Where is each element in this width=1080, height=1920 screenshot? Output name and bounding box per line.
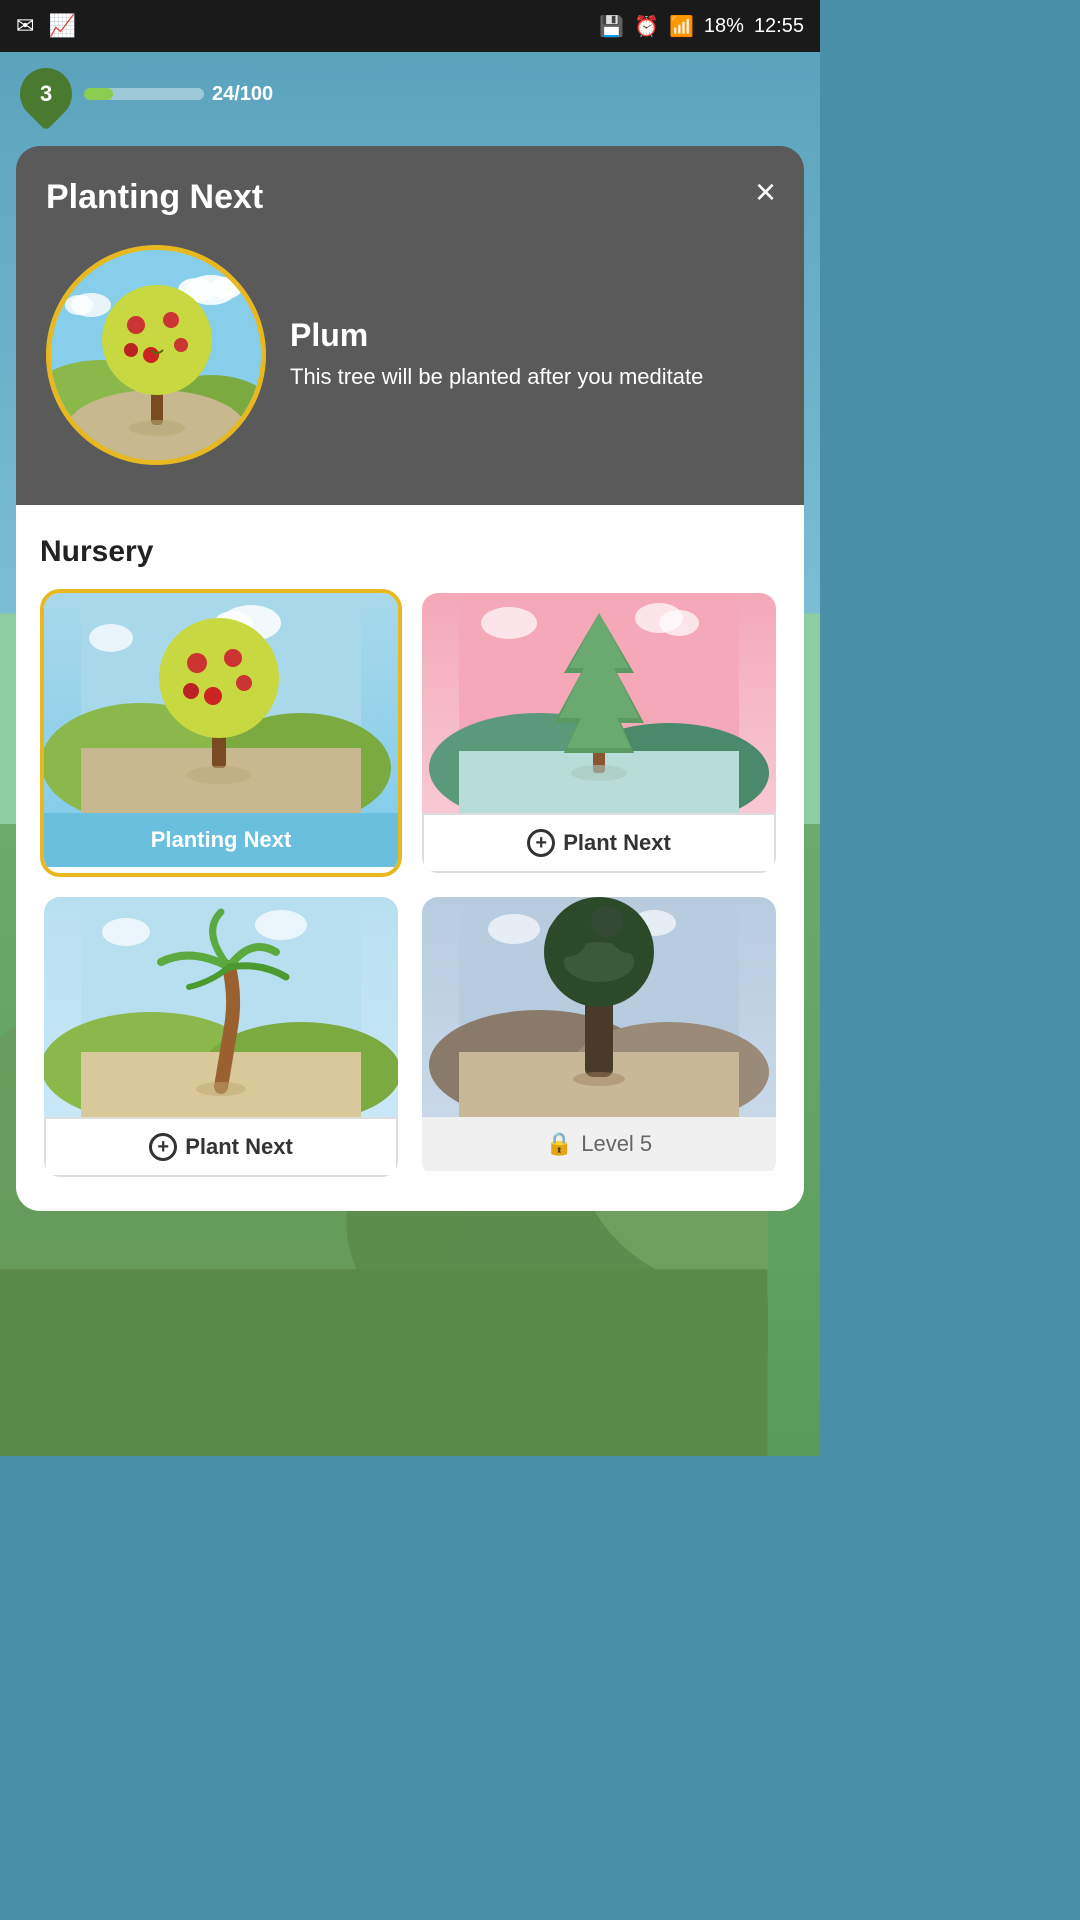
modal-container: Planting Next × — [0, 146, 820, 1211]
nursery-title: Nursery — [40, 535, 780, 569]
plus-icon: + — [535, 832, 547, 855]
tree-card-baobab: 🔒 Level 5 — [418, 893, 780, 1181]
leaf-count: 3 — [40, 81, 52, 107]
plus-circle-palm: + — [149, 1133, 177, 1161]
progress-fill — [84, 88, 113, 100]
modal-title: Planting Next — [46, 178, 774, 217]
alarm-icon: ⏰ — [634, 14, 659, 39]
modal-bottom: Nursery — [16, 505, 804, 1211]
baobab-card-label: Level 5 — [581, 1131, 652, 1157]
progress-text: 24/100 — [212, 83, 273, 106]
modal-tree-name: Plum — [290, 317, 703, 354]
top-bar: 3 24/100 — [0, 52, 820, 136]
plum-card-label: Planting Next — [44, 813, 398, 867]
battery-text: 18% — [704, 15, 744, 38]
modal-content-row: Plum This tree will be planted after you… — [46, 245, 774, 465]
modal-top: Planting Next × — [16, 146, 804, 505]
tree-card-plum-image — [44, 593, 398, 813]
nursery-grid: Planting Next — [40, 589, 780, 1181]
plus-icon-palm: + — [157, 1136, 169, 1159]
activity-icon: 📈 — [48, 13, 75, 39]
modal-tree-info: Plum This tree will be planted after you… — [290, 317, 703, 393]
leaf-badge: 3 — [9, 57, 83, 131]
status-left-icons: ✉ 📈 — [16, 13, 76, 39]
plus-circle-pine: + — [527, 829, 555, 857]
status-right-icons: 💾 ⏰ 📶 18% 12:55 — [599, 14, 804, 39]
palm-card-label: Plant Next — [185, 1134, 293, 1160]
progress-container: 24/100 — [84, 83, 273, 106]
storage-icon: 💾 — [599, 14, 624, 39]
tree-card-pine-image — [422, 593, 776, 813]
tree-card-baobab-image — [422, 897, 776, 1117]
modal-tree-description: This tree will be planted after you medi… — [290, 362, 703, 393]
modal-tree-image — [46, 245, 266, 465]
status-bar: ✉ 📈 💾 ⏰ 📶 18% 12:55 — [0, 0, 820, 52]
lock-icon: 🔒 — [546, 1131, 573, 1157]
wifi-icon: 📶 — [669, 14, 694, 39]
baobab-lock-badge: 🔒 Level 5 — [422, 1117, 776, 1171]
pine-plant-next-button[interactable]: + Plant Next — [422, 813, 776, 873]
email-icon: ✉ — [16, 13, 34, 39]
time-display: 12:55 — [754, 15, 804, 38]
pine-card-label: Plant Next — [563, 830, 671, 856]
palm-plant-next-button[interactable]: + Plant Next — [44, 1117, 398, 1177]
modal-close-button[interactable]: × — [755, 174, 776, 210]
tree-card-palm-image — [44, 897, 398, 1117]
tree-card-palm[interactable]: + Plant Next — [40, 893, 402, 1181]
tree-card-pine[interactable]: + Plant Next — [418, 589, 780, 877]
progress-bar — [84, 88, 204, 100]
tree-card-plum[interactable]: Planting Next — [40, 589, 402, 877]
